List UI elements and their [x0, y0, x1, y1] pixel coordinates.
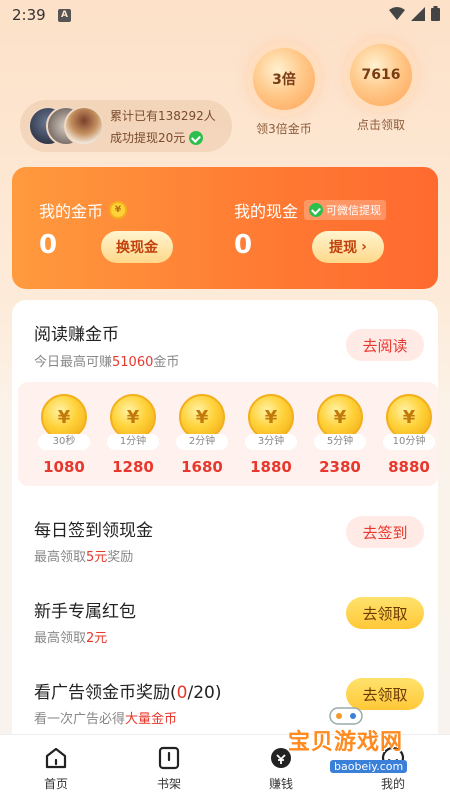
- bubble-caption: 点击领取: [356, 118, 405, 132]
- reading-reward-item[interactable]: ¥ 2分钟 1680: [168, 382, 236, 486]
- avatar: [64, 106, 104, 146]
- coins-value: 0: [39, 230, 58, 260]
- reading-reward: 1680: [181, 458, 223, 476]
- nav-label: 首页: [43, 777, 68, 791]
- read-sub-highlight: 51060: [112, 355, 154, 370]
- reading-time: 1分钟: [107, 434, 159, 450]
- bubble-value: 3倍: [253, 48, 315, 110]
- avatar-group: [28, 106, 118, 146]
- read-sub-prefix: 今日最高可赚: [34, 355, 113, 370]
- withdraw-text: 成功提现20元: [110, 129, 204, 146]
- book-icon: [158, 746, 180, 770]
- newbie-sub-highlight: 2元: [86, 631, 108, 646]
- checkin-task-subtitle: 最高领取5元奖励: [34, 546, 133, 565]
- withdraw-button[interactable]: 提现 ›: [312, 231, 384, 263]
- users-stats-pill: 累计已有138292人 成功提现20元: [20, 100, 232, 152]
- status-bar: 2:39 A: [0, 0, 450, 32]
- checkin-sub-suffix: 奖励: [107, 550, 134, 565]
- status-icons: [389, 6, 440, 21]
- checkin-task-title: 每日签到领现金: [34, 521, 153, 541]
- battery-icon: [431, 6, 440, 21]
- reading-reward: 1880: [250, 458, 292, 476]
- reading-time: 2分钟: [176, 434, 228, 450]
- users-count-text: 累计已有138292人: [110, 109, 216, 123]
- chevron-right-icon: ›: [361, 239, 367, 255]
- ads-title-suffix: /20): [187, 683, 222, 703]
- ads-task-subtitle: 看一次广告必得大量金币: [34, 708, 177, 727]
- site-watermark: 宝贝游戏网 baobeiy.com: [278, 704, 450, 782]
- bubble-value: 7616: [350, 44, 412, 106]
- reading-reward-item[interactable]: ¥ 10分钟 8880: [375, 382, 438, 486]
- notification-a-icon: A: [58, 9, 71, 22]
- wechat-withdraw-tag: 可微信提现: [304, 200, 387, 220]
- exchange-cash-button[interactable]: 换现金: [101, 231, 173, 263]
- my-cash-title: 我的现金 可微信提现: [234, 198, 387, 222]
- wechat-withdraw-label: 可微信提现: [326, 204, 382, 217]
- wifi-icon: [389, 6, 405, 20]
- read-task-title: 阅读赚金币: [34, 325, 119, 345]
- signal-icon: [411, 6, 425, 21]
- tasks-card: 阅读赚金币 今日最高可赚51060金币 去阅读 ¥ 30秒 1080 ¥ 1分钟…: [12, 300, 438, 760]
- reading-reward: 2380: [319, 458, 361, 476]
- status-time: 2:39: [12, 6, 46, 24]
- read-task-subtitle: 今日最高可赚51060金币: [34, 351, 179, 370]
- reading-reward: 1280: [112, 458, 154, 476]
- my-cash-label: 我的现金: [234, 202, 299, 221]
- go-checkin-button[interactable]: 去签到: [346, 516, 424, 548]
- triple-coin-bubble[interactable]: 3倍 领3倍金币: [248, 48, 320, 137]
- ads-title-prefix: 看广告领金币奖励(: [34, 683, 177, 703]
- reading-time: 30秒: [38, 434, 90, 450]
- withdraw-button-label: 提现: [329, 240, 358, 256]
- read-sub-suffix: 金币: [153, 355, 180, 370]
- nav-item-bookshelf[interactable]: 书架: [134, 745, 204, 792]
- go-read-button[interactable]: 去阅读: [346, 329, 424, 361]
- nav-item-home[interactable]: 首页: [21, 745, 91, 792]
- reading-time: 10分钟: [383, 434, 435, 450]
- reading-reward-item[interactable]: ¥ 5分钟 2380: [306, 382, 374, 486]
- ads-sub-highlight: 大量金币: [125, 712, 178, 727]
- home-icon: [45, 747, 67, 769]
- wechat-check-icon: [309, 203, 324, 217]
- reading-reward-item[interactable]: ¥ 3分钟 1880: [237, 382, 305, 486]
- newbie-sub-prefix: 最高领取: [34, 631, 87, 646]
- my-coins-title: 我的金币 ¥: [39, 198, 128, 222]
- checkin-sub-highlight: 5元: [86, 550, 108, 565]
- coin-icon: ¥: [109, 201, 128, 219]
- reading-reward: 8880: [388, 458, 430, 476]
- cash-value: 0: [234, 230, 253, 260]
- watermark-url: baobeiy.com: [330, 760, 408, 773]
- watermark-text: 宝贝游戏网: [288, 730, 404, 755]
- newbie-task-subtitle: 最高领取2元: [34, 627, 107, 646]
- reading-time: 5分钟: [314, 434, 366, 450]
- ads-task-title: 看广告领金币奖励(0/20): [34, 678, 221, 703]
- wallet-card: 我的金币 ¥ 0 换现金 我的现金 可微信提现 0 提现 ›: [12, 167, 438, 289]
- nav-label: 书架: [156, 777, 181, 791]
- my-coins-label: 我的金币: [39, 202, 104, 221]
- reading-reward: 1080: [43, 458, 85, 476]
- reading-time: 3分钟: [245, 434, 297, 450]
- newbie-task-title: 新手专属红包: [34, 602, 136, 622]
- claim-newbie-button[interactable]: 去领取: [346, 597, 424, 629]
- bubble-caption: 领3倍金币: [256, 122, 312, 136]
- reading-reward-item[interactable]: ¥ 1分钟 1280: [99, 382, 167, 486]
- ads-title-count: 0: [176, 683, 188, 703]
- wechat-check-icon: [189, 130, 204, 145]
- reading-reward-item[interactable]: ¥ 30秒 1080: [30, 382, 98, 486]
- reading-rewards-strip[interactable]: ¥ 30秒 1080 ¥ 1分钟 1280 ¥ 2分钟 1680 ¥ 3分钟 1…: [18, 382, 438, 486]
- ads-sub-prefix: 看一次广告必得: [34, 712, 126, 727]
- withdraw-label: 成功提现20元: [110, 131, 186, 145]
- checkin-sub-prefix: 最高领取: [34, 550, 87, 565]
- claim-coin-bubble[interactable]: 7616 点击领取: [345, 44, 417, 133]
